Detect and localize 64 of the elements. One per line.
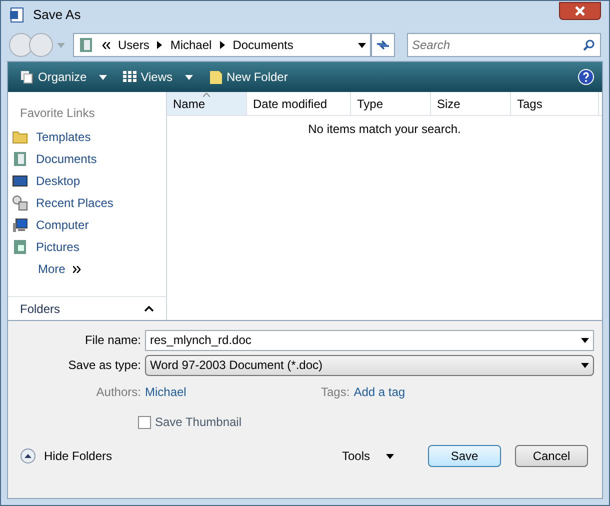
close-button[interactable] [559, 2, 601, 20]
caret-icon [386, 454, 394, 458]
double-chevron-icon [73, 266, 82, 272]
computer-icon [12, 217, 28, 233]
sidebar-item[interactable]: Desktop [8, 170, 166, 192]
more-link[interactable]: More [8, 258, 166, 280]
file-name-label: File name: [84, 332, 141, 349]
grid-icon [122, 71, 137, 83]
tools-menu[interactable]: Tools [342, 447, 394, 465]
close-icon [575, 6, 585, 16]
sidebar-item[interactable]: Computer [8, 214, 166, 236]
window-title: Save As [33, 6, 82, 24]
dialog-button[interactable]: Save [428, 445, 501, 467]
thumbnail-checkbox[interactable] [138, 416, 151, 428]
search-icon [583, 39, 595, 51]
breadcrumb[interactable]: Users [118, 36, 150, 54]
collapse-icon [144, 306, 154, 312]
caret-icon [57, 42, 65, 48]
refresh-icon [376, 39, 390, 51]
tags-label: Tags: [321, 384, 350, 401]
caret-icon [581, 362, 589, 368]
folders-bar[interactable]: Folders [8, 296, 166, 320]
sidebar-heading: Favorite Links [19, 105, 96, 122]
double-chevron-icon [102, 42, 110, 48]
pictures-icon [12, 239, 28, 255]
breadcrumb[interactable]: Michael [170, 36, 212, 54]
file-name-field[interactable]: res_mlynch_rd.doc [145, 330, 594, 350]
search-field[interactable]: Search [407, 33, 601, 57]
address-bar[interactable]: Users Michael Documents [73, 33, 371, 57]
documents-icon [12, 151, 28, 167]
thumbnail-label: Save Thumbnail [155, 414, 242, 431]
caret-icon [184, 74, 192, 80]
sidebar-item[interactable]: Pictures [8, 236, 166, 258]
documents-icon [78, 37, 94, 53]
type-dropdown[interactable]: Word 97-2003 Document (*.doc) [145, 354, 594, 376]
hide-folders-button[interactable]: Hide Folders [20, 447, 112, 465]
sidebar-item[interactable]: Recent Places [8, 192, 166, 214]
toolbar-button[interactable]: Views [118, 68, 196, 86]
help-icon[interactable] [578, 69, 594, 85]
caret-icon [581, 338, 589, 342]
document-icon [9, 7, 25, 23]
breadcrumb[interactable]: Documents [232, 36, 294, 54]
type-label: Save as type: [67, 357, 141, 374]
column-header[interactable]: Name [167, 92, 247, 115]
desktop-icon [12, 173, 28, 189]
new-folder-icon [208, 69, 222, 85]
refresh-button[interactable] [371, 33, 395, 57]
caret-icon [98, 74, 107, 80]
tags-link[interactable]: Add a tag [354, 383, 406, 401]
toolbar-button[interactable]: Organize [16, 68, 111, 86]
toolbar-button[interactable]: New Folder [204, 68, 292, 86]
sidebar-item[interactable]: Documents [8, 148, 166, 170]
folder-icon [12, 129, 28, 145]
organize-icon [20, 70, 34, 84]
chevron-icon [220, 41, 225, 49]
dialog-button[interactable]: Cancel [515, 445, 588, 467]
empty-message: No items match your search. [308, 121, 461, 138]
chevron-icon [157, 41, 162, 49]
collapse-icon [20, 448, 36, 464]
authors-link[interactable]: Michael [145, 383, 321, 401]
caret-icon [358, 42, 366, 48]
sidebar-item[interactable]: Templates [8, 126, 166, 148]
recent-places-icon [12, 195, 28, 211]
authors-label: Authors: [95, 384, 141, 401]
